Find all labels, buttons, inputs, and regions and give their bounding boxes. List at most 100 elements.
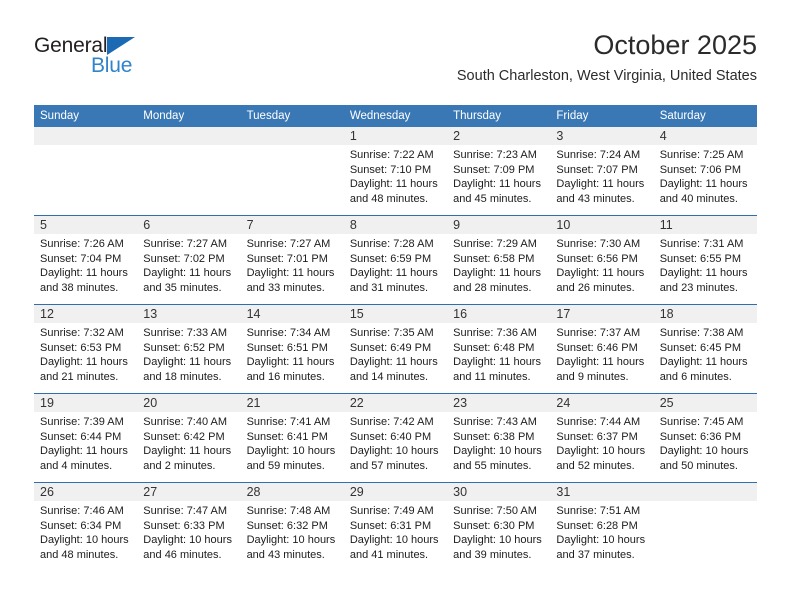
sunrise-text: Sunrise: 7:39 AM [40,416,124,428]
sunset-text: Sunset: 7:10 PM [349,163,432,176]
calendar-day-cell[interactable]: 30 Sunrise: 7:50 AM Sunset: 6:30 PM Dayligh… [447,482,551,571]
daylight-text-line2: and 11 minutes. [453,371,531,384]
sunset-text: Sunset: 6:33 PM [143,519,225,532]
day-sun-info: Sunrise: 7:35 AM Sunset: 6:49 PM Daylight:… [344,323,447,385]
sunset-text: Sunset: 6:41 PM [246,430,328,443]
general-blue-logo[interactable]: General Blue [34,34,164,86]
sunrise-text: Sunrise: 7:47 AM [143,505,228,517]
day-sun-info: Sunrise: 7:33 AM Sunset: 6:52 PM Daylight:… [137,323,240,385]
day-sun-info: Sunrise: 7:42 AM Sunset: 6:40 PM Daylight:… [344,412,447,474]
daylight-text-line2: and 52 minutes. [556,460,635,473]
sunrise-text: Sunrise: 7:48 AM [246,505,331,517]
daylight-text-line2: and 48 minutes. [349,193,429,206]
weekday-header-thursday: Thursday [447,105,551,127]
sunset-text: Sunset: 6:32 PM [246,519,328,532]
sunset-text: Sunset: 7:07 PM [556,163,638,176]
calendar-day-cell[interactable]: 29 Sunrise: 7:49 AM Sunset: 6:31 PM Dayligh… [343,482,448,571]
day-sun-info: Sunrise: 7:40 AM Sunset: 6:42 PM Daylight:… [137,412,240,474]
calendar-day-cell[interactable]: 2 Sunrise: 7:23 AM Sunset: 7:09 PM Daylight… [447,127,551,216]
logo-text-blue: Blue [91,54,133,77]
day-cell-content: 4 Sunrise: 7:25 AM Sunset: 7:06 PM Daylight… [653,127,757,215]
day-sun-info: Sunrise: 7:28 AM Sunset: 6:59 PM Daylight:… [344,234,447,296]
day-cell-content: 17 Sunrise: 7:37 AM Sunset: 6:46 PM Dayligh… [550,305,654,393]
daylight-text-line1: Daylight: 11 hours [453,178,541,191]
sunset-text: Sunset: 6:51 PM [246,341,328,354]
daylight-text-line2: and 40 minutes. [659,193,738,206]
day-sun-info: Sunrise: 7:36 AM Sunset: 6:48 PM Daylight:… [447,323,550,385]
daylight-text-line1: Daylight: 11 hours [40,445,128,458]
daylight-text-line1: Daylight: 10 hours [556,534,646,547]
calendar-day-cell[interactable]: 16 Sunrise: 7:36 AM Sunset: 6:48 PM Dayligh… [447,304,551,394]
calendar-day-cell-empty [137,127,241,216]
day-cell-content: 9 Sunrise: 7:29 AM Sunset: 6:58 PM Daylight… [447,216,551,304]
calendar-day-cell[interactable]: 21 Sunrise: 7:41 AM Sunset: 6:41 PM Dayligh… [240,393,344,483]
calendar-day-cell[interactable]: 17 Sunrise: 7:37 AM Sunset: 6:46 PM Dayligh… [550,304,654,394]
sunrise-text: Sunrise: 7:25 AM [659,149,744,161]
day-sun-info: Sunrise: 7:45 AM Sunset: 6:36 PM Daylight:… [654,412,757,474]
calendar-day-cell[interactable]: 18 Sunrise: 7:38 AM Sunset: 6:45 PM Dayligh… [653,304,757,394]
day-number: 9 [447,216,551,234]
daylight-text-line1: Daylight: 11 hours [556,356,645,369]
calendar-day-cell[interactable]: 15 Sunrise: 7:35 AM Sunset: 6:49 PM Dayligh… [343,304,448,394]
calendar-day-cell-empty [34,127,138,216]
calendar-day-cell[interactable]: 6 Sunrise: 7:27 AM Sunset: 7:02 PM Daylight… [137,215,241,305]
sunrise-text: Sunrise: 7:46 AM [40,505,124,517]
day-cell-content [240,127,344,215]
calendar-day-cell[interactable]: 3 Sunrise: 7:24 AM Sunset: 7:07 PM Daylight… [550,127,654,216]
calendar-day-cell[interactable]: 5 Sunrise: 7:26 AM Sunset: 7:04 PM Daylight… [34,215,138,305]
sunset-text: Sunset: 6:46 PM [556,341,638,354]
sunset-text: Sunset: 6:42 PM [143,430,225,443]
day-cell-content: 30 Sunrise: 7:50 AM Sunset: 6:30 PM Dayligh… [447,483,551,571]
calendar-day-cell[interactable]: 22 Sunrise: 7:42 AM Sunset: 6:40 PM Dayligh… [343,393,448,483]
daylight-text-line2: and 46 minutes. [143,549,222,562]
day-cell-content: 2 Sunrise: 7:23 AM Sunset: 7:09 PM Daylight… [447,127,551,215]
day-number: 30 [447,483,551,501]
daylight-text-line1: Daylight: 10 hours [659,445,749,458]
sunset-text: Sunset: 6:58 PM [453,252,535,265]
calendar-day-cell[interactable]: 8 Sunrise: 7:28 AM Sunset: 6:59 PM Daylight… [343,215,448,305]
calendar-day-cell[interactable]: 28 Sunrise: 7:48 AM Sunset: 6:32 PM Dayligh… [240,482,344,571]
weekday-header-wednesday: Wednesday [343,105,448,127]
calendar-day-cell[interactable]: 10 Sunrise: 7:30 AM Sunset: 6:56 PM Dayligh… [550,215,654,305]
day-number [137,127,241,145]
sunrise-text: Sunrise: 7:38 AM [659,327,744,339]
daylight-text-line1: Daylight: 11 hours [246,356,335,369]
daylight-text-line2: and 33 minutes. [246,282,325,295]
sunrise-text: Sunrise: 7:40 AM [143,416,228,428]
calendar-day-cell[interactable]: 19 Sunrise: 7:39 AM Sunset: 6:44 PM Dayligh… [34,393,138,483]
calendar-day-cell[interactable]: 9 Sunrise: 7:29 AM Sunset: 6:58 PM Daylight… [447,215,551,305]
day-sun-info: Sunrise: 7:41 AM Sunset: 6:41 PM Daylight:… [241,412,344,474]
day-number: 10 [550,216,654,234]
page-title: October 2025 [593,30,757,60]
daylight-text-line1: Daylight: 10 hours [246,534,336,547]
calendar-day-cell[interactable]: 26 Sunrise: 7:46 AM Sunset: 6:34 PM Dayligh… [34,482,138,571]
calendar-day-cell[interactable]: 24 Sunrise: 7:44 AM Sunset: 6:37 PM Dayligh… [550,393,654,483]
calendar-day-cell[interactable]: 23 Sunrise: 7:43 AM Sunset: 6:38 PM Dayligh… [447,393,551,483]
calendar-day-cell[interactable]: 7 Sunrise: 7:27 AM Sunset: 7:01 PM Daylight… [240,215,344,305]
weekday-header-friday: Friday [550,105,654,127]
daylight-text-line1: Daylight: 11 hours [349,356,438,369]
sunset-text: Sunset: 7:02 PM [143,252,225,265]
calendar-day-cell[interactable]: 4 Sunrise: 7:25 AM Sunset: 7:06 PM Daylight… [653,127,757,216]
day-sun-info: Sunrise: 7:44 AM Sunset: 6:37 PM Daylight:… [550,412,653,474]
day-sun-info: Sunrise: 7:51 AM Sunset: 6:28 PM Daylight:… [550,501,653,563]
sunset-text: Sunset: 6:28 PM [556,519,638,532]
calendar-day-cell-empty [240,127,344,216]
calendar-day-cell[interactable]: 25 Sunrise: 7:45 AM Sunset: 6:36 PM Dayligh… [653,393,757,483]
calendar-day-cell[interactable]: 27 Sunrise: 7:47 AM Sunset: 6:33 PM Dayligh… [137,482,241,571]
day-sun-info: Sunrise: 7:29 AM Sunset: 6:58 PM Daylight:… [447,234,550,296]
calendar-day-cell[interactable]: 20 Sunrise: 7:40 AM Sunset: 6:42 PM Dayligh… [137,393,241,483]
calendar-day-cell[interactable]: 31 Sunrise: 7:51 AM Sunset: 6:28 PM Dayligh… [550,482,654,571]
daylight-text-line1: Daylight: 11 hours [349,178,438,191]
calendar-day-cell[interactable]: 12 Sunrise: 7:32 AM Sunset: 6:53 PM Dayligh… [34,304,138,394]
day-number: 1 [343,127,448,145]
calendar-day-cell[interactable]: 14 Sunrise: 7:34 AM Sunset: 6:51 PM Dayligh… [240,304,344,394]
calendar-day-cell[interactable]: 11 Sunrise: 7:31 AM Sunset: 6:55 PM Dayligh… [653,215,757,305]
daylight-text-line1: Daylight: 11 hours [556,267,645,280]
weekday-header-sunday: Sunday [34,105,138,127]
calendar-day-cell[interactable]: 1 Sunrise: 7:22 AM Sunset: 7:10 PM Daylight… [343,127,448,216]
calendar-day-cell[interactable]: 13 Sunrise: 7:33 AM Sunset: 6:52 PM Dayligh… [137,304,241,394]
day-number: 23 [447,394,551,412]
sunrise-text: Sunrise: 7:30 AM [556,238,641,250]
sunset-text: Sunset: 6:31 PM [349,519,432,532]
